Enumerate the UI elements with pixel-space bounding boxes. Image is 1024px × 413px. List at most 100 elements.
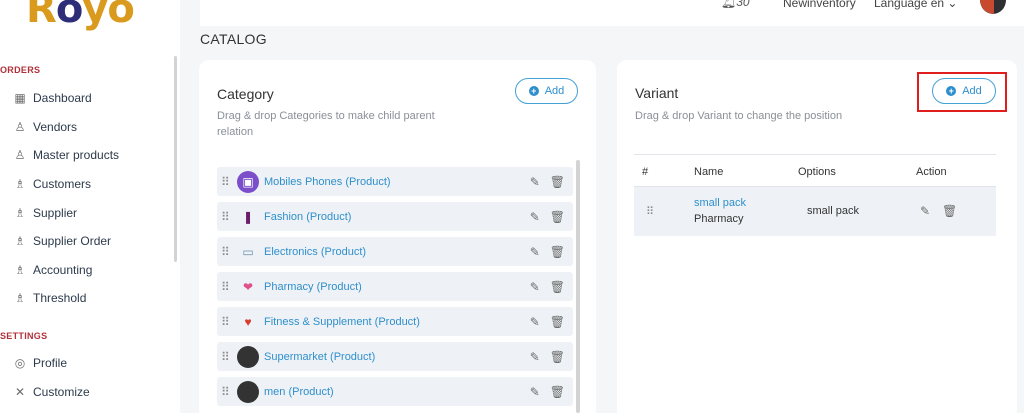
customize-icon: ✕ [14, 385, 26, 399]
store-name-link[interactable]: Newinventory [783, 0, 856, 10]
language-label: Language en [874, 0, 945, 10]
accounting-icon: ♗ [14, 263, 26, 277]
table-row[interactable]: ⠿ small pack Pharmacy small pack ✎ 🗑︎ [634, 187, 996, 236]
dashboard-icon: ▦ [14, 91, 26, 105]
sidebar-item-profile[interactable]: ◎ Profile [12, 352, 67, 374]
sidebar-item-dashboard[interactable]: ▦ Dashboard [12, 87, 91, 109]
edit-icon[interactable]: ✎ [530, 315, 540, 329]
category-name[interactable]: Pharmacy (Product) [264, 281, 530, 293]
section-settings-label: SETTINGS [0, 331, 48, 341]
sidebar-scrollbar[interactable] [174, 56, 177, 262]
edit-icon[interactable]: ✎ [530, 175, 540, 189]
sidebar-item-label: Master products [33, 148, 120, 162]
category-row[interactable]: ⠿ ♥ Fitness & Supplement (Product) ✎ 🗑︎ [217, 307, 573, 336]
sidebar-item-supplier[interactable]: ♗ Supplier [12, 202, 77, 224]
category-thumbnail: ♥ [244, 314, 252, 329]
trash-icon[interactable]: 🗑︎ [550, 315, 565, 329]
sidebar-item-label: Profile [33, 356, 68, 370]
drag-handle-icon[interactable]: ⠿ [221, 315, 235, 329]
category-thumbnail [237, 345, 259, 368]
edit-icon[interactable]: ✎ [530, 245, 540, 259]
sidebar: Royo ORDERS ▦ Dashboard ♙ Vendors ♙ Mast… [0, 0, 180, 413]
variant-title: Variant [635, 85, 679, 101]
bell-icon: 🔔︎ [721, 0, 737, 9]
sidebar-item-threshold[interactable]: ♗ Threshold [12, 287, 87, 309]
category-scrollbar[interactable] [576, 160, 580, 413]
column-header: Name [694, 166, 724, 178]
edit-icon[interactable]: ✎ [530, 385, 540, 399]
category-thumbnail: ▭ [242, 244, 254, 259]
trash-icon[interactable]: 🗑︎ [550, 175, 565, 189]
category-name[interactable]: Mobiles Phones (Product) [264, 176, 530, 188]
category-name[interactable]: Electronics (Product) [264, 246, 530, 258]
add-category-button[interactable]: + Add [515, 78, 578, 104]
category-thumbnail: ▣ [237, 170, 259, 193]
supplier-order-icon: ♗ [14, 234, 26, 248]
drag-handle-icon[interactable]: ⠿ [221, 280, 235, 294]
language-dropdown[interactable]: Language en ⌄ [874, 0, 957, 10]
plus-icon: + [528, 86, 539, 96]
sidebar-item-label: Accounting [33, 263, 93, 277]
category-thumbnail: ❚ [242, 209, 254, 224]
vendors-icon: ♙ [14, 120, 26, 134]
trash-icon[interactable]: 🗑︎ [550, 210, 565, 224]
sidebar-item-label: Customize [33, 385, 90, 399]
drag-handle-icon[interactable]: ⠿ [221, 210, 235, 224]
sidebar-item-customize[interactable]: ✕ Customize [12, 381, 90, 403]
edit-icon[interactable]: ✎ [530, 280, 540, 294]
drag-handle-icon[interactable]: ⠿ [646, 205, 654, 218]
sidebar-item-accounting[interactable]: ♗ Accounting [12, 259, 93, 281]
trash-icon[interactable]: 🗑︎ [550, 385, 565, 399]
variant-category: Pharmacy [694, 213, 744, 225]
profile-icon: ◎ [14, 356, 26, 370]
column-header: # [642, 166, 649, 178]
threshold-icon: ♗ [14, 291, 26, 305]
chevron-down-icon: ⌄ [947, 0, 958, 10]
variant-table-header: # Name Options Action [634, 154, 996, 187]
trash-icon[interactable]: 🗑︎ [942, 204, 957, 218]
sidebar-item-label: Customers [33, 177, 92, 191]
sidebar-item-customers[interactable]: ♗ Customers [12, 173, 91, 195]
section-orders-label: ORDERS [0, 65, 41, 75]
column-header: Options [798, 166, 836, 178]
drag-handle-icon[interactable]: ⠿ [221, 175, 235, 189]
sidebar-item-label: Supplier Order [33, 234, 112, 248]
notifications-bell[interactable]: 🔔︎30 [721, 0, 750, 9]
sidebar-item-label: Vendors [33, 120, 78, 134]
sidebar-item-supplier-order[interactable]: ♗ Supplier Order [12, 230, 111, 252]
category-thumbnail [237, 380, 259, 403]
edit-icon[interactable]: ✎ [530, 350, 540, 364]
column-header: Action [916, 166, 947, 178]
category-subtitle: Drag & drop Categories to make child par… [217, 110, 435, 138]
category-name[interactable]: Supermarket (Product) [264, 351, 530, 363]
trash-icon[interactable]: 🗑︎ [550, 245, 565, 259]
variant-subtitle: Drag & drop Variant to change the positi… [635, 110, 843, 122]
category-row[interactable]: ⠿ Supermarket (Product) ✎ 🗑︎ [217, 342, 573, 371]
category-row[interactable]: ⠿ ▭ Electronics (Product) ✎ 🗑︎ [217, 237, 573, 266]
drag-handle-icon[interactable]: ⠿ [221, 385, 235, 399]
brand-logo[interactable]: Royo [26, 0, 135, 32]
trash-icon[interactable]: 🗑︎ [550, 280, 565, 294]
notification-count: 30 [736, 0, 750, 9]
category-row[interactable]: ⠿ ❤ Pharmacy (Product) ✎ 🗑︎ [217, 272, 573, 301]
drag-handle-icon[interactable]: ⠿ [221, 350, 235, 364]
category-row[interactable]: ⠿ ▣ Mobiles Phones (Product) ✎ 🗑︎ [217, 167, 573, 196]
category-title: Category [217, 86, 274, 102]
master-products-icon: ♙ [14, 148, 26, 162]
edit-icon[interactable]: ✎ [920, 204, 930, 218]
variant-name[interactable]: small pack [694, 197, 746, 209]
sidebar-item-master-products[interactable]: ♙ Master products [12, 144, 119, 166]
edit-icon[interactable]: ✎ [530, 210, 540, 224]
sidebar-item-label: Supplier [33, 206, 78, 220]
add-category-label: Add [544, 85, 565, 97]
category-thumbnail: ❤ [242, 279, 254, 294]
sidebar-item-vendors[interactable]: ♙ Vendors [12, 116, 77, 138]
trash-icon[interactable]: 🗑︎ [550, 350, 565, 364]
category-row[interactable]: ⠿ ❚ Fashion (Product) ✎ 🗑︎ [217, 202, 573, 231]
category-name[interactable]: Fashion (Product) [264, 211, 530, 223]
category-row[interactable]: ⠿ men (Product) ✎ 🗑︎ [217, 377, 573, 406]
drag-handle-icon[interactable]: ⠿ [221, 245, 235, 259]
highlight-box [917, 72, 1007, 112]
category-name[interactable]: men (Product) [264, 386, 530, 398]
category-name[interactable]: Fitness & Supplement (Product) [264, 316, 530, 328]
